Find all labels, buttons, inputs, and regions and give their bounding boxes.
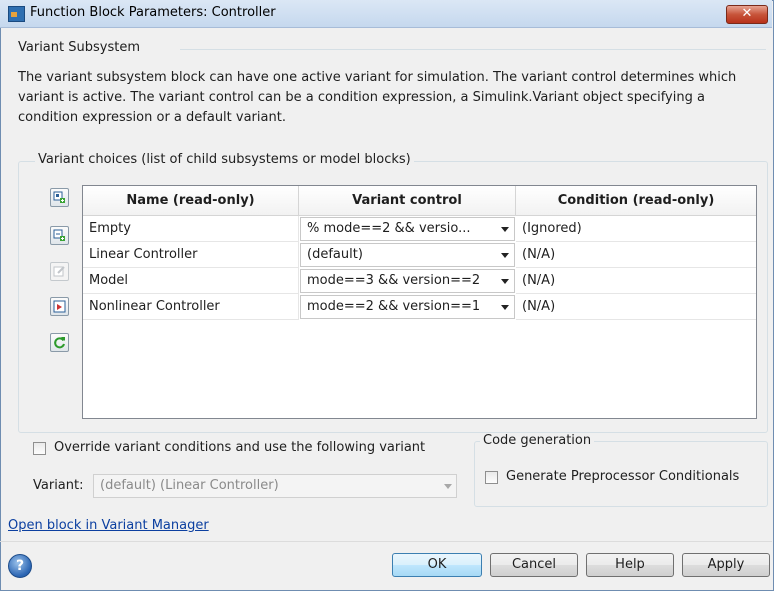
table-row[interactable]: Empty % mode==2 && versio... (Ignored) — [83, 216, 756, 242]
group-title: Variant Subsystem — [18, 40, 140, 55]
override-label: Override variant conditions and use the … — [54, 440, 426, 455]
code-generation-legend: Code generation — [480, 433, 595, 448]
open-block-icon — [53, 300, 66, 313]
refresh-button[interactable] — [50, 333, 69, 352]
row-name: Linear Controller — [83, 242, 299, 268]
add-subsystem-icon — [53, 191, 65, 203]
add-subsystem-button[interactable] — [50, 188, 69, 207]
variant-control-value: mode==2 && version==1 — [307, 299, 481, 314]
row-name: Nonlinear Controller — [83, 294, 299, 320]
open-variant-manager-link[interactable]: Open block in Variant Manager — [8, 518, 209, 533]
add-model-block-button[interactable] — [50, 226, 69, 245]
variant-control-dropdown[interactable]: mode==3 && version==2 — [300, 269, 515, 293]
variant-label: Variant: — [33, 478, 84, 493]
row-name: Empty — [83, 216, 299, 242]
variant-control-value: (default) — [307, 247, 363, 262]
column-header-name[interactable]: Name (read-only) — [83, 186, 299, 216]
variant-control-dropdown[interactable]: % mode==2 && versio... — [300, 217, 515, 241]
chevron-down-icon[interactable] — [501, 227, 509, 232]
chevron-down-icon[interactable] — [501, 305, 509, 310]
preprocessor-conditionals-checkbox[interactable] — [485, 471, 498, 484]
column-header-variant-control[interactable]: Variant control — [299, 186, 516, 216]
chevron-down-icon[interactable] — [501, 253, 509, 258]
footer-divider — [0, 541, 772, 542]
close-button[interactable]: ✕ — [726, 5, 768, 24]
variant-select-value: (default) (Linear Controller) — [100, 478, 279, 493]
variant-control-dropdown[interactable]: mode==2 && version==1 — [300, 295, 515, 319]
refresh-icon — [54, 337, 65, 349]
table-row[interactable]: Model mode==3 && version==2 (N/A) — [83, 268, 756, 294]
preprocessor-conditionals-label: Generate Preprocessor Conditionals — [506, 469, 740, 484]
table-row[interactable]: Nonlinear Controller mode==2 && version=… — [83, 294, 756, 320]
ok-button[interactable]: OK — [392, 553, 482, 577]
override-checkbox[interactable] — [33, 442, 46, 455]
group-divider — [180, 49, 766, 50]
edit-icon — [53, 266, 65, 277]
variant-table: Name (read-only) Variant control Conditi… — [82, 185, 757, 419]
variant-control-value: mode==3 && version==2 — [307, 273, 481, 288]
help-icon[interactable]: ? — [8, 554, 32, 578]
description-text: The variant subsystem block can have one… — [18, 70, 737, 125]
variant-control-dropdown[interactable]: (default) — [300, 243, 515, 267]
apply-button[interactable]: Apply — [682, 553, 770, 577]
row-condition: (Ignored) — [516, 216, 756, 242]
open-block-button[interactable] — [50, 297, 69, 316]
variant-control-value: % mode==2 && versio... — [307, 221, 471, 236]
column-header-condition[interactable]: Condition (read-only) — [516, 186, 756, 216]
simulink-app-icon — [8, 6, 25, 22]
add-model-block-icon — [53, 229, 65, 241]
table-row[interactable]: Linear Controller (default) (N/A) — [83, 242, 756, 268]
chevron-down-icon[interactable] — [501, 279, 509, 284]
row-name: Model — [83, 268, 299, 294]
edit-button[interactable] — [50, 262, 69, 281]
variant-select[interactable]: (default) (Linear Controller) — [93, 474, 457, 498]
cancel-button[interactable]: Cancel — [490, 553, 578, 577]
row-condition: (N/A) — [516, 268, 756, 294]
chevron-down-icon[interactable] — [444, 484, 452, 489]
window-title: Function Block Parameters: Controller — [30, 5, 276, 20]
row-condition: (N/A) — [516, 242, 756, 268]
variant-choices-legend: Variant choices (list of child subsystem… — [35, 152, 414, 167]
help-button[interactable]: Help — [586, 553, 674, 577]
row-condition: (N/A) — [516, 294, 756, 320]
